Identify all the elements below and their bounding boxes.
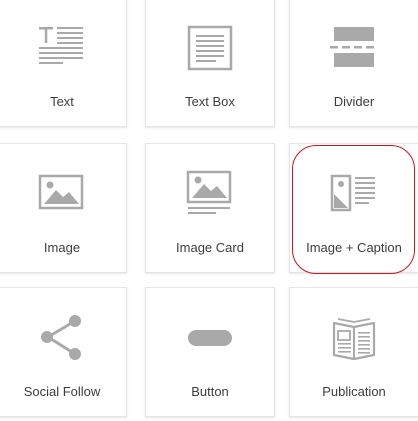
- divider-icon: [290, 20, 418, 76]
- text-box-icon: [146, 20, 274, 76]
- block-image-caption[interactable]: Image + Caption: [289, 143, 418, 273]
- text-icon: [0, 20, 126, 76]
- block-image-card-label: Image Card: [176, 240, 244, 255]
- block-divider[interactable]: Divider: [289, 0, 418, 127]
- block-social-follow-label: Social Follow: [23, 384, 101, 399]
- block-image[interactable]: Image: [0, 143, 127, 273]
- share-icon: [0, 310, 126, 366]
- block-image-caption-label: Image + Caption: [306, 240, 402, 255]
- block-text[interactable]: Text: [0, 0, 127, 127]
- image-icon: [0, 166, 126, 222]
- block-image-card[interactable]: Image Card: [145, 143, 275, 273]
- block-button[interactable]: Button: [145, 287, 275, 417]
- block-publication-label: Publication: [322, 384, 386, 399]
- image-card-icon: [146, 166, 274, 222]
- block-text-label: Text: [50, 94, 74, 109]
- block-divider-label: Divider: [333, 94, 375, 109]
- button-icon: [146, 310, 274, 366]
- block-publication[interactable]: Publication: [289, 287, 418, 417]
- block-text-box-label: Text Box: [185, 94, 235, 109]
- publication-icon: [290, 310, 418, 366]
- content-blocks-grid: Text Text Box Divider Image Image Card I…: [0, 0, 418, 421]
- image-caption-icon: [290, 166, 418, 222]
- block-social-follow[interactable]: Social Follow: [0, 287, 127, 417]
- block-image-label: Image: [43, 240, 81, 255]
- block-button-label: Button: [191, 384, 229, 399]
- block-text-box[interactable]: Text Box: [145, 0, 275, 127]
